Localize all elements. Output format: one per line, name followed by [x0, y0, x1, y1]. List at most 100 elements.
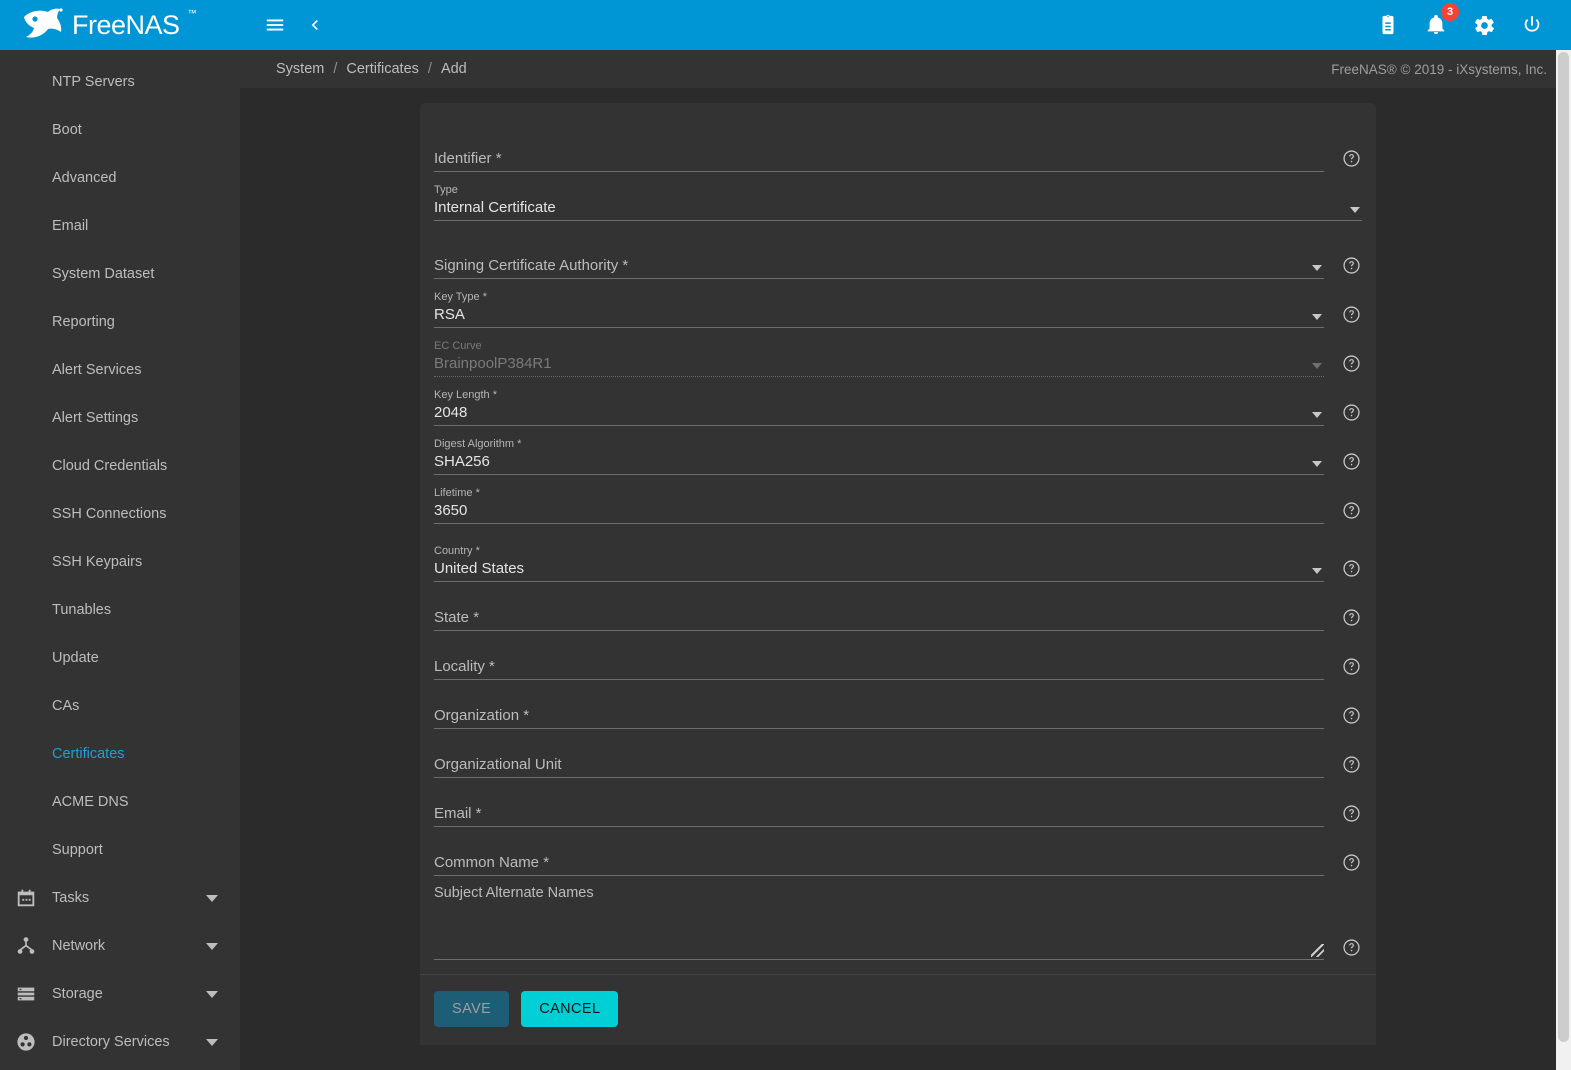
gear-icon[interactable]: [1471, 12, 1497, 38]
sidebar-group-tasks[interactable]: Tasks: [0, 874, 240, 922]
brand-logo[interactable]: FreeNAS ™: [0, 0, 240, 50]
help-circle-icon[interactable]: [1340, 303, 1362, 325]
field-value: BrainpoolP384R1: [434, 355, 552, 372]
sidebar-group-directory-services[interactable]: Directory Services: [0, 1018, 240, 1066]
breadcrumb: System / Certificates / Add FreeNAS® © 2…: [240, 50, 1571, 88]
page-scrollbar-thumb[interactable]: [1558, 52, 1569, 1042]
clipboard-icon[interactable]: [1375, 12, 1401, 38]
help-circle-icon[interactable]: [1340, 450, 1362, 472]
hamburger-icon[interactable]: [262, 12, 288, 38]
sidebar-item-boot[interactable]: Boot: [0, 106, 240, 154]
sidebar-item-advanced[interactable]: Advanced: [0, 154, 240, 202]
help-circle-icon[interactable]: [1340, 753, 1362, 775]
field-label: Signing Certificate Authority *: [434, 257, 629, 274]
sidebar-item-update[interactable]: Update: [0, 634, 240, 682]
topbar-right-icons: 3: [1375, 3, 1571, 38]
subject-alternate-names-textarea[interactable]: Subject Alternate Names: [434, 882, 1324, 960]
key-length-select[interactable]: Key Length * 2048: [434, 384, 1324, 426]
sidebar-item-ssh-keypairs[interactable]: SSH Keypairs: [0, 538, 240, 586]
help-circle-icon[interactable]: [1340, 936, 1362, 958]
sidebar-item-email[interactable]: Email: [0, 202, 240, 250]
sidebar-item-ntp-servers[interactable]: NTP Servers: [0, 58, 240, 106]
ec-curve-select: EC Curve BrainpoolP384R1: [434, 335, 1324, 377]
breadcrumb-item-system[interactable]: System: [276, 61, 324, 77]
sidebar-item-reporting[interactable]: Reporting: [0, 298, 240, 346]
field-label: Type: [434, 184, 458, 196]
brand-name: FreeNAS: [72, 9, 180, 40]
field-country: Country * United States: [434, 524, 1362, 582]
form-scroll-area: Identifier * Type Internal Certificate S…: [240, 88, 1571, 1070]
chevron-down-icon[interactable]: [1312, 412, 1322, 418]
help-circle-icon[interactable]: [1340, 254, 1362, 276]
cancel-button[interactable]: CANCEL: [521, 991, 619, 1027]
chevron-down-icon[interactable]: [206, 990, 218, 998]
sidebar-item-alert-settings[interactable]: Alert Settings: [0, 394, 240, 442]
digest-algorithm-select[interactable]: Digest Algorithm * SHA256: [434, 433, 1324, 475]
sidebar-group-network[interactable]: Network: [0, 922, 240, 970]
topbar-left-icons: [240, 12, 328, 38]
sidebar-item-label: Email: [52, 218, 89, 234]
help-circle-icon[interactable]: [1340, 557, 1362, 579]
help-circle-icon[interactable]: [1340, 606, 1362, 628]
field-label: Key Length *: [434, 389, 497, 401]
field-key-length: Key Length * 2048: [434, 377, 1362, 426]
chevron-left-icon[interactable]: [302, 12, 328, 38]
help-circle-icon[interactable]: [1340, 655, 1362, 677]
email-input[interactable]: Email *: [434, 785, 1324, 827]
help-circle-icon[interactable]: [1340, 851, 1362, 873]
power-icon[interactable]: [1519, 12, 1545, 38]
field-key-type: Key Type * RSA: [434, 279, 1362, 328]
sidebar-item-label: Tunables: [52, 602, 112, 618]
help-circle-icon[interactable]: [1340, 499, 1362, 521]
signing-certificate-authority-select[interactable]: Signing Certificate Authority *: [434, 237, 1324, 279]
lifetime-input[interactable]: Lifetime * 3650: [434, 482, 1324, 524]
chevron-down-icon[interactable]: [1312, 265, 1322, 271]
help-circle-icon[interactable]: [1340, 352, 1362, 374]
key-type-select[interactable]: Key Type * RSA: [434, 286, 1324, 328]
help-circle-icon[interactable]: [1340, 802, 1362, 824]
type-select[interactable]: Type Internal Certificate: [434, 179, 1362, 221]
network-icon: [14, 934, 38, 958]
common-name-input[interactable]: Common Name *: [434, 834, 1324, 876]
sidebar-item-label: NTP Servers: [52, 74, 135, 90]
sidebar-item-support[interactable]: Support: [0, 826, 240, 874]
locality-input[interactable]: Locality *: [434, 638, 1324, 680]
chevron-down-icon[interactable]: [206, 1038, 218, 1046]
organizational-unit-input[interactable]: Organizational Unit: [434, 736, 1324, 778]
sidebar-item-acme-dns[interactable]: ACME DNS: [0, 778, 240, 826]
resize-grip-icon[interactable]: [1311, 944, 1324, 957]
country-select[interactable]: Country * United States: [434, 540, 1324, 582]
directory-services-icon: [14, 1030, 38, 1054]
state-input[interactable]: State *: [434, 589, 1324, 631]
breadcrumb-item-certificates[interactable]: Certificates: [346, 61, 419, 77]
help-circle-icon[interactable]: [1340, 401, 1362, 423]
sidebar-item-certificates[interactable]: Certificates: [0, 730, 240, 778]
field-label: Subject Alternate Names: [434, 885, 594, 901]
content-area: System / Certificates / Add FreeNAS® © 2…: [240, 50, 1571, 1070]
chevron-down-icon[interactable]: [1312, 568, 1322, 574]
sidebar-item-cas[interactable]: CAs: [0, 682, 240, 730]
sidebar-item-cloud-credentials[interactable]: Cloud Credentials: [0, 442, 240, 490]
chevron-down-icon[interactable]: [206, 894, 218, 902]
help-circle-icon[interactable]: [1340, 147, 1362, 169]
sidebar-group-storage[interactable]: Storage: [0, 970, 240, 1018]
alerts-button[interactable]: 3: [1423, 3, 1459, 38]
chevron-down-icon[interactable]: [1312, 314, 1322, 320]
sidebar-item-tunables[interactable]: Tunables: [0, 586, 240, 634]
sidebar-item-alert-services[interactable]: Alert Services: [0, 346, 240, 394]
sidebar-item-ssh-connections[interactable]: SSH Connections: [0, 490, 240, 538]
chevron-down-icon[interactable]: [206, 942, 218, 950]
field-label: Common Name *: [434, 854, 550, 871]
field-organizational-unit: Organizational Unit: [434, 729, 1362, 778]
organization-input[interactable]: Organization *: [434, 687, 1324, 729]
identifier-input[interactable]: Identifier *: [434, 130, 1324, 172]
help-circle-icon[interactable]: [1340, 704, 1362, 726]
field-label: Organizational Unit: [434, 756, 562, 773]
save-button[interactable]: SAVE: [434, 991, 510, 1027]
chevron-down-icon[interactable]: [1312, 461, 1322, 467]
sidebar-item-system-dataset[interactable]: System Dataset: [0, 250, 240, 298]
chevron-down-icon[interactable]: [1350, 207, 1360, 213]
field-value: RSA: [434, 306, 465, 323]
page-scrollbar[interactable]: [1556, 50, 1571, 1070]
freenas-app: FreeNAS ™ 3 NTP Servers Boot Advanced Em…: [0, 0, 1571, 1070]
